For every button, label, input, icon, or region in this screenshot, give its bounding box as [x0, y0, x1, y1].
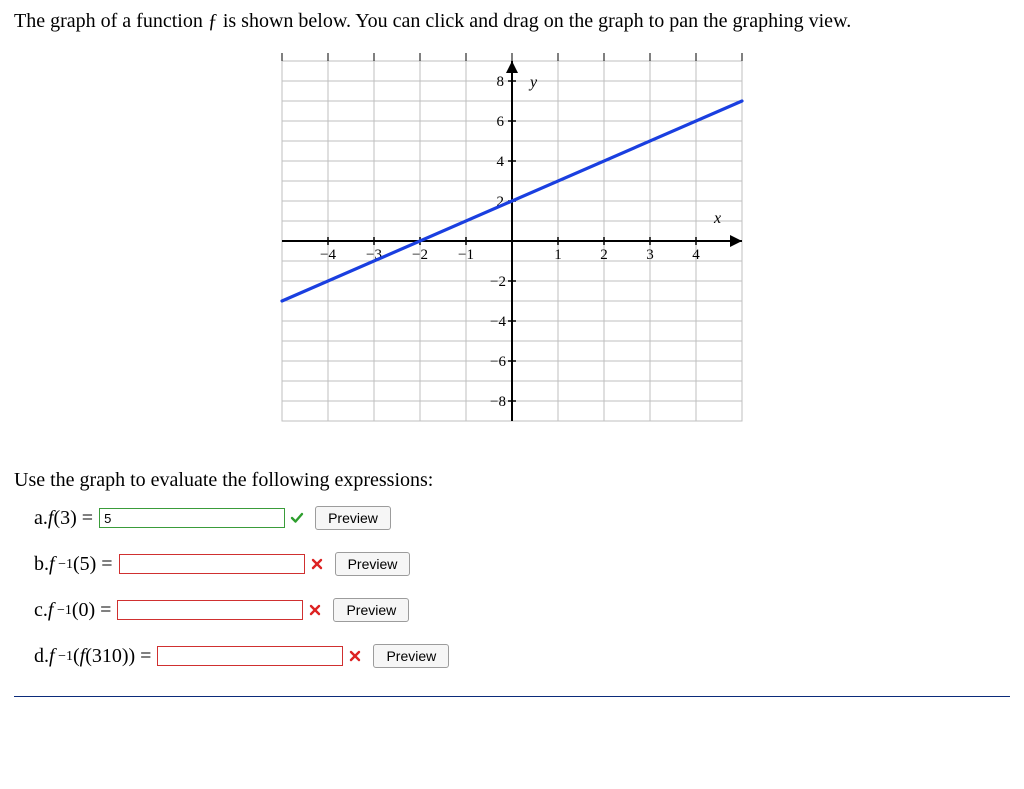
question-row-b: b. f −1(5) = Preview: [14, 552, 1010, 576]
svg-text:−2: −2: [490, 274, 506, 290]
incorrect-icon: [347, 648, 363, 664]
svg-text:6: 6: [497, 114, 505, 130]
svg-text:−8: −8: [490, 394, 506, 410]
question-row-d: d. f −1(f(310)) = Preview: [14, 644, 1010, 668]
svg-text:−4: −4: [490, 314, 506, 330]
svg-text:2: 2: [600, 247, 608, 263]
preview-button-a[interactable]: Preview: [315, 506, 391, 530]
preview-button-c[interactable]: Preview: [333, 598, 409, 622]
svg-text:−1: −1: [458, 247, 474, 263]
svg-text:8: 8: [497, 74, 505, 90]
question-c-label: c. f −1(0) =: [34, 599, 111, 622]
answer-input-a[interactable]: [99, 508, 285, 528]
svg-text:4: 4: [692, 247, 700, 263]
prompt-text-1: The graph of a function ƒ is shown below…: [14, 10, 1010, 33]
svg-text:3: 3: [646, 247, 654, 263]
incorrect-icon: [307, 602, 323, 618]
question-row-a: a. f(3) = Preview: [14, 506, 1010, 530]
svg-text:x: x: [713, 210, 721, 227]
question-b-label: b. f −1(5) =: [34, 553, 113, 576]
answer-input-b[interactable]: [119, 554, 305, 574]
question-a-label: a. f(3) =: [34, 507, 93, 530]
svg-text:−4: −4: [320, 247, 336, 263]
question-row-c: c. f −1(0) = Preview: [14, 598, 1010, 622]
correct-icon: [289, 510, 305, 526]
answer-input-c[interactable]: [117, 600, 303, 620]
footer-divider: [14, 696, 1010, 697]
prompt-text-2: Use the graph to evaluate the following …: [14, 469, 1010, 492]
svg-text:−2: −2: [412, 247, 428, 263]
svg-text:4: 4: [497, 154, 505, 170]
answer-input-d[interactable]: [157, 646, 343, 666]
question-d-label: d. f −1(f(310)) =: [34, 645, 151, 668]
incorrect-icon: [309, 556, 325, 572]
svg-text:1: 1: [554, 247, 562, 263]
graph-container: −4−3−2−112342468−2−4−6−8xy: [14, 41, 1010, 447]
preview-button-b[interactable]: Preview: [335, 552, 411, 576]
svg-text:−6: −6: [490, 354, 506, 370]
function-graph[interactable]: −4−3−2−112342468−2−4−6−8xy: [252, 41, 772, 441]
svg-text:y: y: [528, 74, 538, 91]
preview-button-d[interactable]: Preview: [373, 644, 449, 668]
